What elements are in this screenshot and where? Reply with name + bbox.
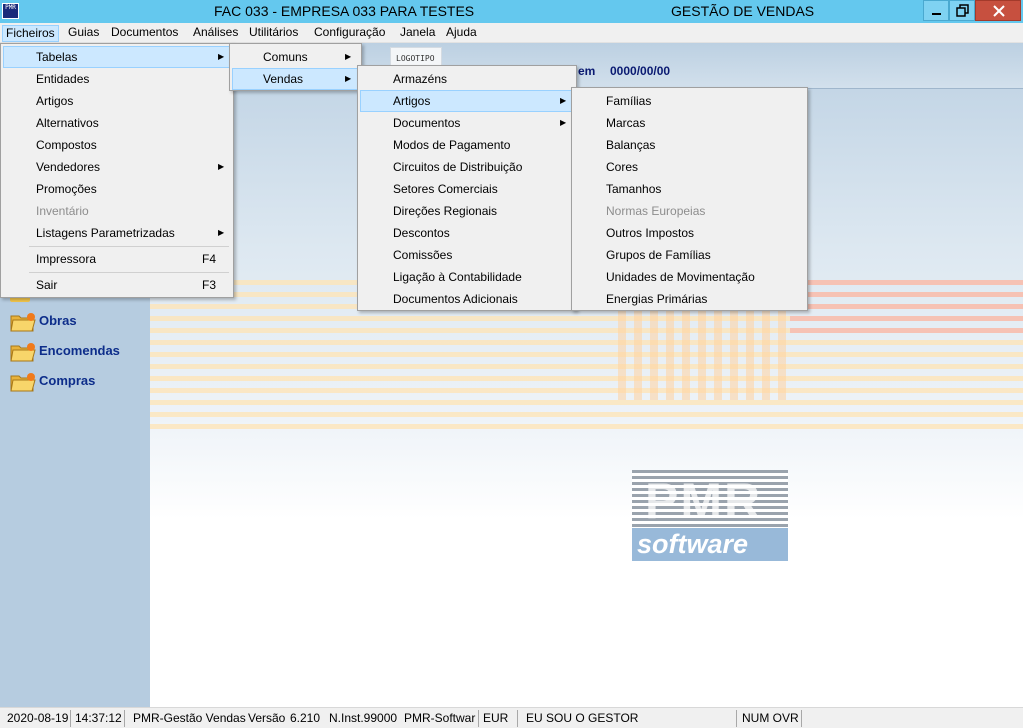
menu-item-modos-pagamento[interactable]: Modos de Pagamento — [360, 134, 574, 156]
submenu-arrow-icon: ▶ — [345, 74, 352, 83]
status-version: 6.210 — [290, 711, 321, 725]
vendas-submenu: Armazéns Artigos ▶ Documentos ▶ Modos de… — [357, 65, 577, 311]
menu-janela[interactable]: Janela — [397, 25, 438, 42]
menu-item-listagens-parametrizadas[interactable]: Listagens Parametrizadas ▶ — [3, 222, 231, 244]
date-value: 0000/00/00 — [610, 64, 671, 78]
menu-item-entidades[interactable]: Entidades — [3, 68, 231, 90]
menu-item-promocoes[interactable]: Promoções — [3, 178, 231, 200]
minimize-button[interactable] — [923, 0, 949, 21]
menu-item-artigos[interactable]: Artigos — [3, 90, 231, 112]
status-divider — [801, 710, 802, 727]
menu-utilitarios[interactable]: Utilitários — [246, 25, 301, 42]
submenu-arrow-icon: ▶ — [560, 118, 567, 127]
status-keys: NUM OVR — [742, 711, 799, 725]
menu-item-comuns[interactable]: Comuns ▶ — [232, 46, 359, 68]
menu-ficheiros[interactable]: Ficheiros — [2, 25, 59, 42]
menu-item-comissoes[interactable]: Comissões — [360, 244, 574, 266]
menu-item-alternativos[interactable]: Alternativos — [3, 112, 231, 134]
status-instance: N.Inst.99000 — [329, 711, 398, 725]
status-divider — [70, 710, 71, 727]
submenu-arrow-icon: ▶ — [345, 52, 352, 61]
status-divider — [124, 710, 125, 727]
menu-item-unidades-movimentacao[interactable]: Unidades de Movimentação — [574, 266, 805, 288]
title-bar: PMR FAC 033 - EMPRESA 033 PARA TESTES GE… — [0, 0, 1023, 23]
menu-item-vendedores[interactable]: Vendedores ▶ — [3, 156, 231, 178]
pmr-logo-text: PMR — [645, 473, 763, 529]
menu-item-inventario: Inventário — [36, 204, 89, 218]
submenu-arrow-icon: ▶ — [218, 52, 225, 61]
status-divider — [478, 710, 479, 727]
status-version-label: Versão — [248, 711, 286, 725]
restore-button[interactable] — [949, 0, 975, 21]
menu-item-energias-primarias[interactable]: Energias Primárias — [574, 288, 805, 310]
menu-item-familias[interactable]: Famílias — [574, 90, 805, 112]
menu-item-tamanhos[interactable]: Tamanhos — [574, 178, 805, 200]
menu-separator — [29, 272, 229, 273]
menu-guias[interactable]: Guias — [65, 25, 102, 42]
menu-item-outros-impostos[interactable]: Outros Impostos — [574, 222, 805, 244]
app-icon[interactable]: PMR — [2, 3, 19, 19]
artigos-submenu: Famílias Marcas Balanças Cores Tamanhos … — [571, 87, 808, 311]
menu-item-setores-comerciais[interactable]: Setores Comerciais — [360, 178, 574, 200]
menu-item-descontos[interactable]: Descontos — [360, 222, 574, 244]
menu-item-vendas-documentos[interactable]: Documentos ▶ — [360, 112, 574, 134]
menu-ajuda[interactable]: Ajuda — [443, 25, 480, 42]
menu-item-normas-europeias: Normas Europeias — [606, 204, 706, 218]
menu-documentos[interactable]: Documentos — [108, 25, 181, 42]
restore-icon — [956, 4, 969, 17]
menu-item-sair[interactable]: Sair F3 — [3, 274, 231, 296]
menu-analises[interactable]: Análises — [190, 25, 241, 42]
menu-item-documentos-adicionais[interactable]: Documentos Adicionais — [360, 288, 574, 310]
menu-item-grupos-familias[interactable]: Grupos de Famílias — [574, 244, 805, 266]
tabelas-submenu: Comuns ▶ Vendas ▶ — [229, 43, 362, 91]
menu-item-vendas-artigos[interactable]: Artigos ▶ — [360, 90, 574, 112]
status-app: PMR-Gestão Vendas — [133, 711, 246, 725]
minimize-icon — [932, 13, 941, 15]
menu-item-cores[interactable]: Cores — [574, 156, 805, 178]
menu-configuracao[interactable]: Configuração — [311, 25, 388, 42]
status-divider — [517, 710, 518, 727]
menu-item-vendas[interactable]: Vendas ▶ — [232, 68, 359, 90]
status-divider — [736, 710, 737, 727]
menu-item-marcas[interactable]: Marcas — [574, 112, 805, 134]
module-title: GESTÃO DE VENDAS — [671, 3, 815, 19]
submenu-arrow-icon: ▶ — [218, 162, 225, 171]
status-bar: 2020-08-19 14:37:12 PMR-Gestão Vendas Ve… — [0, 707, 1023, 728]
menu-item-compostos[interactable]: Compostos — [3, 134, 231, 156]
background-red-stripes — [790, 280, 1023, 340]
menu-item-circuitos-distribuicao[interactable]: Circuitos de Distribuição — [360, 156, 574, 178]
menu-separator — [29, 246, 229, 247]
submenu-arrow-icon: ▶ — [560, 96, 567, 105]
menu-item-armazens[interactable]: Armazéns — [360, 68, 574, 90]
folder-icon — [10, 313, 36, 332]
menu-item-tabelas[interactable]: Tabelas ▶ — [3, 46, 231, 68]
status-user: EU SOU O GESTOR — [526, 711, 639, 725]
status-vendor: PMR-Softwar — [404, 711, 476, 725]
status-time: 14:37:12 — [75, 711, 122, 725]
menu-item-impressora[interactable]: Impressora F4 — [3, 248, 231, 270]
menu-item-ligacao-contabilidade[interactable]: Ligação à Contabilidade — [360, 266, 574, 288]
folder-icon — [10, 373, 36, 392]
close-icon — [993, 5, 1005, 17]
menu-item-balancas[interactable]: Balanças — [574, 134, 805, 156]
status-currency: EUR — [483, 711, 509, 725]
software-logo-text: software — [637, 529, 749, 559]
ficheiros-menu: Tabelas ▶ Entidades Artigos Alternativos… — [0, 43, 234, 298]
menu-item-direcoes-regionais[interactable]: Direções Regionais — [360, 200, 574, 222]
window-title: FAC 033 - EMPRESA 033 PARA TESTES — [214, 3, 475, 19]
status-date: 2020-08-19 — [7, 711, 69, 725]
close-button[interactable] — [975, 0, 1021, 21]
folder-icon — [10, 343, 36, 362]
submenu-arrow-icon: ▶ — [218, 228, 225, 237]
menu-bar: Ficheiros Guias Documentos Análises Util… — [0, 23, 1023, 43]
